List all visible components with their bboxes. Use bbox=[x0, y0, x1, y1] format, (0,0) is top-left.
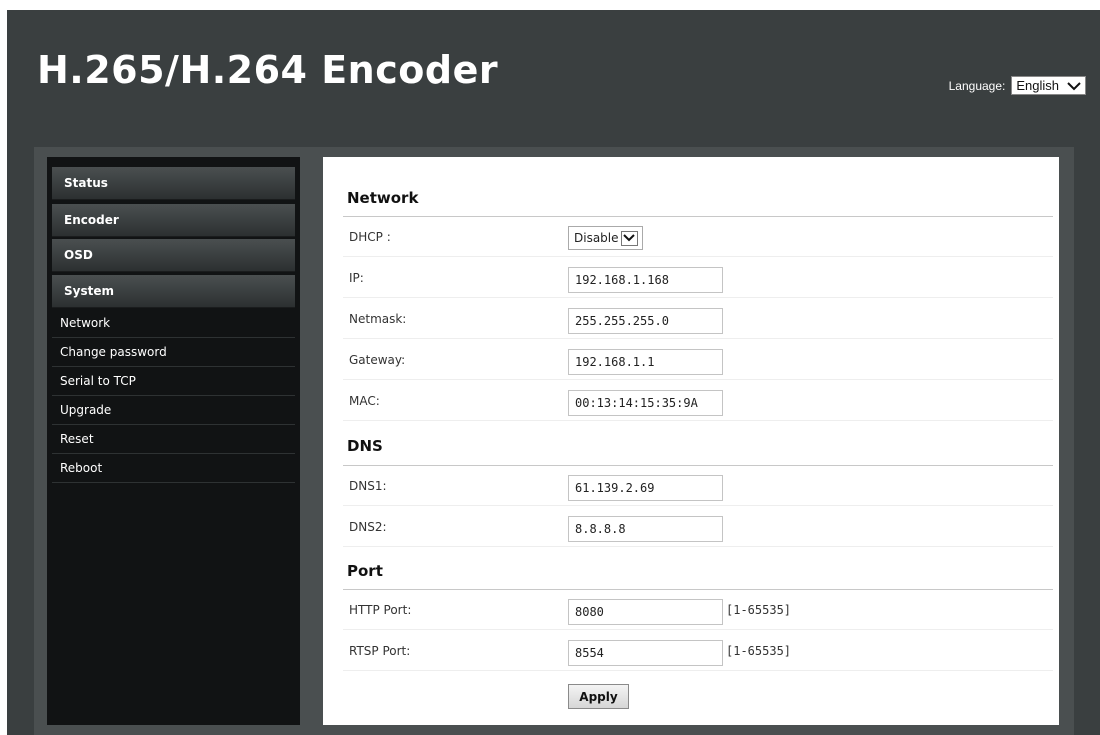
dns1-label: DNS1: bbox=[349, 479, 387, 493]
app-frame: H.265/H.264 Encoder Language: English St… bbox=[7, 10, 1100, 735]
gateway-input[interactable] bbox=[568, 349, 723, 375]
http-port-input[interactable] bbox=[568, 599, 723, 625]
dns2-row: DNS2: bbox=[343, 507, 1053, 547]
sidebar-item-reboot[interactable]: Reboot bbox=[52, 454, 295, 483]
gateway-row: Gateway: bbox=[343, 340, 1053, 380]
menu-osd[interactable]: OSD bbox=[52, 239, 295, 272]
http-port-range: [1-65535] bbox=[726, 603, 792, 617]
chevron-down-icon bbox=[1065, 78, 1083, 93]
http-port-row: HTTP Port: [1-65535] bbox=[343, 590, 1053, 630]
section-title-network: Network bbox=[347, 189, 419, 207]
mac-row: MAC: bbox=[343, 381, 1053, 421]
rtsp-port-row: RTSP Port: [1-65535] bbox=[343, 631, 1053, 671]
dhcp-label: DHCP : bbox=[349, 230, 391, 244]
apply-button[interactable]: Apply bbox=[568, 684, 629, 709]
sidebar-item-serial-to-tcp[interactable]: Serial to TCP bbox=[52, 367, 295, 396]
ip-label: IP: bbox=[349, 271, 364, 285]
menu-system[interactable]: System bbox=[52, 275, 295, 308]
ip-input[interactable] bbox=[568, 267, 723, 293]
section-title-dns: DNS bbox=[347, 437, 383, 455]
sidebar-item-change-password[interactable]: Change password bbox=[52, 338, 295, 367]
menu-status[interactable]: Status bbox=[52, 167, 295, 200]
rtsp-port-input[interactable] bbox=[568, 640, 723, 666]
dns1-input[interactable] bbox=[568, 475, 723, 501]
network-settings-panel: Network DHCP : Disable IP: Netmask: bbox=[323, 157, 1059, 725]
sidebar: Status Encoder OSD System Network Change… bbox=[47, 157, 300, 725]
language-select-value: English bbox=[1016, 78, 1059, 93]
dns1-row: DNS1: bbox=[343, 466, 1053, 506]
dns2-input[interactable] bbox=[568, 516, 723, 542]
dhcp-select[interactable]: Disable bbox=[568, 226, 643, 250]
body-panel: Status Encoder OSD System Network Change… bbox=[34, 147, 1074, 735]
sidebar-item-upgrade[interactable]: Upgrade bbox=[52, 396, 295, 425]
gateway-label: Gateway: bbox=[349, 353, 406, 367]
chevron-down-icon bbox=[620, 230, 638, 246]
rtsp-port-label: RTSP Port: bbox=[349, 644, 411, 658]
menu-encoder[interactable]: Encoder bbox=[52, 204, 295, 237]
dns2-label: DNS2: bbox=[349, 520, 387, 534]
rtsp-port-range: [1-65535] bbox=[726, 644, 792, 658]
ip-row: IP: bbox=[343, 258, 1053, 298]
header: H.265/H.264 Encoder Language: English bbox=[7, 10, 1100, 145]
netmask-label: Netmask: bbox=[349, 312, 407, 326]
language-select[interactable]: English bbox=[1011, 76, 1086, 95]
language-selector-group: Language: English bbox=[949, 76, 1086, 95]
http-port-label: HTTP Port: bbox=[349, 603, 412, 617]
page-title: H.265/H.264 Encoder bbox=[37, 48, 499, 92]
language-label: Language: bbox=[948, 78, 1006, 93]
mac-input[interactable] bbox=[568, 390, 723, 416]
sidebar-item-reset[interactable]: Reset bbox=[52, 425, 295, 454]
dhcp-select-value: Disable bbox=[574, 231, 619, 245]
dhcp-row: DHCP : Disable bbox=[343, 217, 1053, 257]
sidebar-item-network[interactable]: Network bbox=[52, 309, 295, 338]
netmask-input[interactable] bbox=[568, 308, 723, 334]
section-title-port: Port bbox=[347, 562, 383, 580]
mac-label: MAC: bbox=[349, 394, 380, 408]
netmask-row: Netmask: bbox=[343, 299, 1053, 339]
